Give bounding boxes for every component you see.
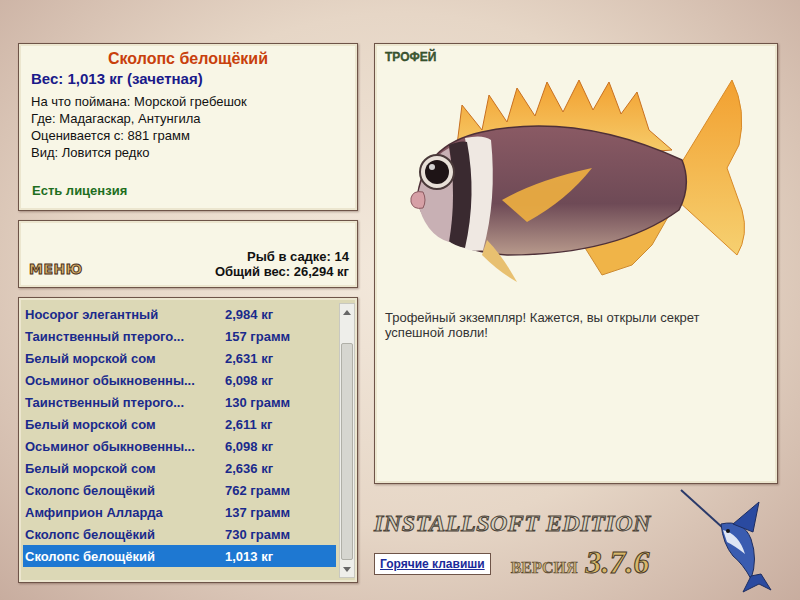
fish-weight-cell: 6,098 кг (225, 439, 273, 454)
version-row: Горячие клавиши ВЕРСИЯ 3.7.6 (374, 547, 673, 577)
right-column: ТРОФЕЙ Трофейный экземпляр! Кажется, вы о… (374, 43, 778, 600)
fish-name: Таинственный птерого... (25, 395, 225, 410)
fish-count: Рыб в садке: 14 (215, 249, 349, 264)
scroll-down-icon[interactable] (340, 561, 354, 577)
catch-row[interactable]: Сколопс белощёкий1,013 кг (23, 545, 336, 567)
catch-list: Носорог элегантный2,984 кгТаинственный п… (18, 297, 358, 583)
version-info: ВЕРСИЯ 3.7.6 (511, 547, 650, 577)
fish-name: Носорог элегантный (25, 307, 225, 322)
fish-weight-cell: 2,611 кг (225, 417, 272, 432)
fish-weight-cell: 730 грамм (225, 527, 290, 542)
fish-weight-cell: 762 грамм (225, 483, 290, 498)
catch-row[interactable]: Белый морской сом2,611 кг (23, 413, 336, 435)
scroll-thumb[interactable] (341, 343, 353, 560)
trophy-message: Трофейный экземпляр! Кажется, вы открыли… (385, 310, 769, 340)
license-status: Есть лицензия (31, 183, 345, 202)
fish-name: Осьминог обыкновенны... (25, 373, 225, 388)
fish-detail: На что поймана: Морской гребешок (31, 93, 345, 110)
fish-name: Белый морской сом (25, 351, 225, 366)
fish-detail: Оценивается с: 881 грамм (31, 127, 345, 144)
fish-weight-cell: 6,098 кг (225, 373, 273, 388)
fish-weight-cell: 2,984 кг (225, 307, 273, 322)
fish-name: Осьминог обыкновенны... (25, 439, 225, 454)
version-number: 3.7.6 (586, 547, 650, 577)
fish-weight-cell: 130 грамм (225, 395, 290, 410)
catch-row[interactable]: Осьминог обыкновенны...6,098 кг (23, 435, 336, 457)
trophy-panel: ТРОФЕЙ Трофейный экземпляр! Кажется, вы о… (374, 43, 778, 484)
fish-name: Сколопс белощёкий (25, 527, 225, 542)
fish-weight-cell: 137 грамм (225, 505, 290, 520)
left-column: Сколопс белощёкий Вес: 1,013 кг (зачетная… (18, 43, 358, 600)
fish-weight: Вес: 1,013 кг (зачетная) (31, 70, 345, 87)
fish-weight-cell: 2,631 кг (225, 351, 273, 366)
catch-stats: Рыб в садке: 14Общий вес: 26,294 кг (215, 249, 349, 279)
total-weight: Общий вес: 26,294 кг (215, 264, 349, 279)
scrollbar[interactable] (339, 303, 355, 578)
marlin-icon (673, 484, 778, 600)
catch-row[interactable]: Белый морской сом2,631 кг (23, 347, 336, 369)
fish-name: Белый морской сом (25, 461, 225, 476)
menu-button[interactable]: МЕНЮ (29, 261, 83, 277)
scroll-up-icon[interactable] (340, 304, 354, 320)
catch-row[interactable]: Сколопс белощёкий730 грамм (23, 523, 336, 545)
fish-name: Амфиприон Алларда (25, 505, 225, 520)
catch-rows: Носорог элегантный2,984 кгТаинственный п… (23, 303, 336, 578)
fish-title: Сколопс белощёкий (31, 50, 345, 68)
catch-row[interactable]: Белый морской сом2,636 кг (23, 457, 336, 479)
fish-detail: Где: Мадагаскар, Антунгила (31, 110, 345, 127)
catch-row[interactable]: Сколопс белощёкий762 грамм (23, 479, 336, 501)
fish-weight-cell: 2,636 кг (225, 461, 273, 476)
catch-row[interactable]: Носорог элегантный2,984 кг (23, 303, 336, 325)
hotkeys-button[interactable]: Горячие клавиши (374, 553, 491, 575)
edition-logo: INSTALLSOFT EDITION (374, 510, 673, 537)
catch-row[interactable]: Таинственный птерого...157 грамм (23, 325, 336, 347)
catch-row[interactable]: Амфиприон Алларда137 грамм (23, 501, 336, 523)
version-label: ВЕРСИЯ (511, 559, 578, 577)
fish-name: Сколопс белощёкий (25, 483, 225, 498)
footer: INSTALLSOFT EDITION Горячие клавиши ВЕРСИЯ… (374, 484, 778, 600)
catch-row[interactable]: Таинственный птерого...130 грамм (23, 391, 336, 413)
fish-icon (385, 50, 769, 300)
fish-info-panel: Сколопс белощёкий Вес: 1,013 кг (зачетная… (18, 43, 358, 211)
fish-name: Белый морской сом (25, 417, 225, 432)
fish-name: Сколопс белощёкий (25, 549, 225, 564)
fish-name: Таинственный птерого... (25, 329, 225, 344)
fish-weight-cell: 1,013 кг (225, 549, 273, 564)
menu-panel: МЕНЮ Рыб в садке: 14Общий вес: 26,294 кг (18, 220, 358, 288)
scroll-track[interactable] (340, 320, 354, 561)
fish-detail: Вид: Ловится редко (31, 144, 345, 161)
fish-weight-cell: 157 грамм (225, 329, 290, 344)
footer-branding: INSTALLSOFT EDITION Горячие клавиши ВЕРСИЯ… (374, 484, 673, 600)
trophy-badge: ТРОФЕЙ (385, 50, 769, 64)
catch-row[interactable]: Осьминог обыкновенны...6,098 кг (23, 369, 336, 391)
